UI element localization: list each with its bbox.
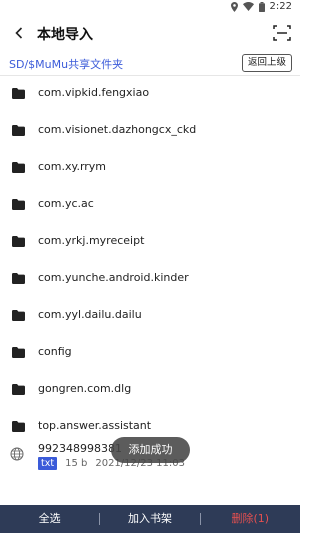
folder-row[interactable]: com.xy.rrym	[0, 150, 300, 187]
folder-row[interactable]: com.yrkj.myreceipt	[0, 224, 300, 261]
folder-row[interactable]: gongren.com.dlg	[0, 372, 300, 409]
folder-name: com.yunche.android.kinder	[38, 271, 189, 284]
arrow-left-icon	[15, 27, 23, 39]
file-size: 15 b	[65, 458, 88, 469]
delete-button[interactable]: 删除(1)	[201, 505, 300, 533]
folder-name: top.answer.assistant	[38, 419, 152, 432]
add-to-shelf-button[interactable]: 加入书架	[100, 505, 199, 533]
scan-button[interactable]	[272, 23, 292, 43]
folder-row[interactable]: com.vipkid.fengxiao	[0, 76, 300, 113]
folder-icon	[12, 88, 25, 99]
file-type-badge: txt	[38, 457, 58, 470]
back-button[interactable]	[8, 22, 30, 44]
folder-icon	[12, 125, 25, 136]
battery-icon	[258, 1, 265, 12]
folder-name: com.yc.ac	[38, 197, 94, 210]
folder-icon	[12, 236, 25, 247]
folder-name: com.yyl.dailu.dailu	[38, 308, 142, 321]
file-list: com.xy.rrym com.vipkid.fengxiao com.visi…	[0, 76, 300, 475]
current-path: SD/$MuMu共享文件夹	[9, 58, 124, 71]
status-time: 2:22	[269, 1, 292, 12]
folder-icon	[12, 384, 25, 395]
wifi-icon	[242, 2, 254, 11]
folder-icon	[12, 310, 25, 321]
toast-message: 添加成功	[111, 437, 190, 463]
folder-row[interactable]: com.yc.ac	[0, 187, 300, 224]
file-name: 992348998381	[38, 442, 122, 455]
folder-name: gongren.com.dlg	[38, 382, 132, 395]
scan-icon	[273, 25, 291, 41]
parent-folder-button[interactable]: 返回上级	[241, 54, 292, 72]
select-all-button[interactable]: 全选	[0, 505, 99, 533]
folder-icon	[12, 421, 25, 432]
page-title: 本地导入	[37, 27, 93, 43]
path-bar: SD/$MuMu共享文件夹 返回上级	[0, 52, 300, 76]
app-bar: 本地导入	[0, 18, 300, 48]
folder-row[interactable]: com.yyl.dailu.dailu	[0, 298, 300, 335]
folder-name: com.vipkid.fengxiao	[38, 86, 150, 99]
folder-icon	[12, 199, 25, 210]
folder-row[interactable]: com.yunche.android.kinder	[0, 261, 300, 298]
folder-name: com.yrkj.myreceipt	[38, 234, 145, 247]
folder-name: com.xy.rrym	[38, 160, 107, 173]
location-icon	[230, 1, 238, 12]
folder-row[interactable]: config	[0, 335, 300, 372]
folder-icon	[12, 347, 25, 358]
folder-name: config	[38, 345, 72, 358]
globe-icon	[10, 447, 24, 461]
folder-icon	[12, 162, 25, 173]
folder-name: com.visionet.dazhongcx_ckd	[38, 123, 197, 136]
bottom-action-bar: 全选 加入书架 删除(1)	[0, 505, 300, 533]
folder-row[interactable]: com.visionet.dazhongcx_ckd	[0, 113, 300, 150]
status-bar: 2:22	[0, 0, 300, 14]
folder-icon	[12, 273, 25, 284]
